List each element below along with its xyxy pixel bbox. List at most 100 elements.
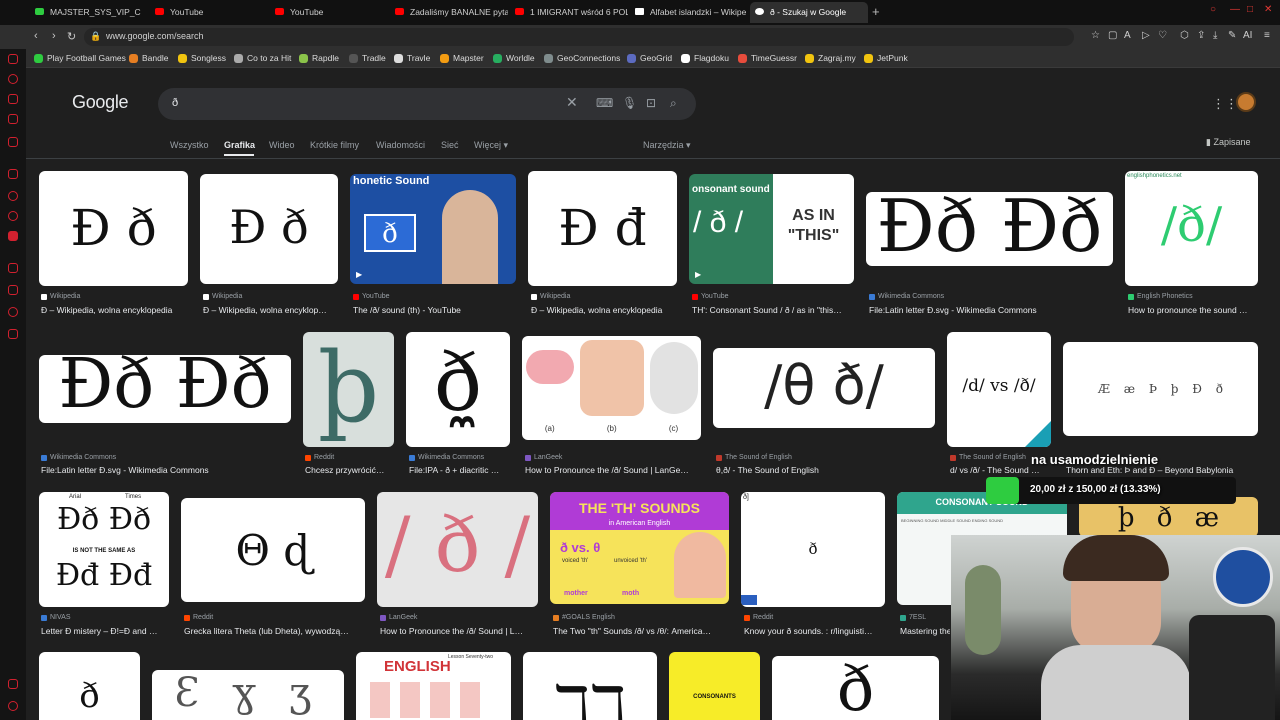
reload-icon[interactable]: ↻ — [67, 30, 76, 43]
browser-tab-active[interactable]: ð - Szukaj w Google — [750, 2, 868, 23]
image-result[interactable]: ð — [772, 656, 939, 720]
search-input[interactable]: ð — [172, 97, 178, 109]
forward-icon[interactable]: › — [52, 30, 56, 42]
keyboard-icon[interactable]: ⌨ — [596, 96, 613, 110]
bookmark-star-icon[interactable]: ☆ — [1091, 30, 1100, 41]
sidebar-more-icon[interactable] — [8, 701, 18, 711]
result-title[interactable]: Letter Ð mistery – Ð!=Ð and … — [41, 626, 171, 636]
tab-more[interactable]: Więcej ▾ — [474, 140, 508, 151]
image-result[interactable]: ENGLISH Lesson Seventy-two — [356, 652, 511, 720]
result-title[interactable]: The Two "th" Sounds /ð/ vs /θ/: America… — [553, 626, 731, 636]
sidebar-icon[interactable] — [8, 211, 18, 221]
tab-videos[interactable]: Wideo — [269, 140, 295, 150]
result-title[interactable]: TH': Consonant Sound / ð / as in "this… — [692, 305, 857, 315]
back-icon[interactable]: ‹ — [34, 30, 38, 42]
sidebar-icon[interactable] — [8, 94, 18, 104]
bookmark-item[interactable]: JetPunk — [864, 53, 908, 63]
result-title[interactable]: Đ – Wikipedia, wolna encyklopedia — [531, 305, 681, 315]
close-icon[interactable]: ✕ — [1264, 4, 1272, 15]
sidebar-settings-icon[interactable] — [8, 679, 18, 689]
result-title[interactable]: File:Latin letter Ð.svg - Wikimedia Comm… — [869, 305, 1114, 315]
result-title[interactable]: How to pronounce the sound … — [1128, 305, 1258, 315]
search-icon[interactable]: ⌕ — [670, 96, 677, 111]
minimize-icon[interactable]: — — [1230, 4, 1240, 15]
image-result[interactable]: Æ æ Þ þ Ð ð — [1063, 342, 1258, 436]
ai-icon[interactable]: AI — [1243, 30, 1252, 41]
image-result[interactable]: Đ ð — [200, 174, 338, 284]
tab-all[interactable]: Wszystko — [170, 140, 209, 150]
bookmark-item[interactable]: Songless — [178, 53, 226, 63]
bookmark-item[interactable]: Co to za Hit — [234, 53, 291, 63]
sidebar-icon[interactable] — [8, 137, 18, 147]
browser-tab[interactable]: Zadaliśmy BANALNE pyta — [390, 2, 508, 23]
image-result[interactable]: ð̼ — [406, 332, 510, 447]
result-title[interactable]: How to Pronounce the /ð/ Sound | L… — [380, 626, 540, 636]
maximize-icon[interactable]: □ — [1247, 4, 1253, 15]
bookmark-item[interactable]: GeoGrid — [627, 53, 672, 63]
result-title[interactable]: Đ – Wikipedia, wolna encyklop… — [203, 305, 341, 315]
image-result[interactable]: Đ ð — [39, 171, 188, 286]
sidebar-icon[interactable] — [8, 74, 18, 84]
bookmark-item[interactable]: Flagdoku — [681, 53, 729, 63]
result-title[interactable]: File:Latin letter Ð.svg - Wikimedia Comm… — [41, 465, 293, 475]
image-result[interactable]: englishphonetics.net /ð/ — [1125, 171, 1258, 286]
bookmark-item[interactable]: Play Football Games — [34, 53, 126, 63]
image-result[interactable]: ð] ð — [741, 492, 885, 607]
search-tabs-icon[interactable]: ○ — [1210, 4, 1216, 15]
image-result[interactable]: Ðð Ðð — [39, 355, 291, 423]
url-field[interactable]: 🔒 www.google.com/search — [84, 28, 1074, 46]
sidebar-icon[interactable] — [8, 307, 18, 317]
image-result[interactable]: honetic Sound ð ▶ — [350, 174, 516, 284]
clear-icon[interactable]: ✕ — [566, 94, 578, 111]
bookmark-item[interactable]: GeoConnections — [544, 53, 620, 63]
sidebar-icon[interactable] — [8, 114, 18, 124]
tab-web[interactable]: Sieć — [441, 140, 459, 150]
play-icon[interactable]: ▷ — [1142, 30, 1150, 41]
tab-images[interactable]: Grafika — [224, 140, 255, 150]
lens-icon[interactable]: ⊡ — [646, 96, 656, 110]
sidebar-icon[interactable] — [8, 263, 18, 273]
saved-button[interactable]: ▮ Zapisane — [1206, 137, 1251, 148]
extensions-icon[interactable]: ⬡ — [1180, 30, 1189, 41]
result-title[interactable]: How to Pronounce the /ð/ Sound | LanGe… — [525, 465, 703, 475]
menu-icon[interactable]: ≡ — [1264, 30, 1270, 41]
sidebar-icon[interactable] — [8, 285, 18, 295]
bookmark-item[interactable]: Mapster — [440, 53, 484, 63]
heart-icon[interactable]: ♡ — [1158, 30, 1167, 41]
image-result[interactable]: Đ đ — [528, 171, 677, 286]
browser-tab[interactable]: YouTube — [270, 2, 388, 23]
bookmark-item[interactable]: Rapdle — [299, 53, 339, 63]
image-result[interactable]: Θ ɖ — [181, 498, 365, 602]
image-result[interactable]: CONSONANTS — [669, 652, 760, 720]
image-result[interactable]: ℸℸ — [523, 652, 657, 720]
share-icon[interactable]: ⇪ — [1197, 30, 1205, 41]
screenshot-icon[interactable]: ▢ — [1108, 30, 1117, 41]
result-title[interactable]: File:IPA - ð + diacritic … — [409, 465, 512, 475]
sidebar-icon[interactable] — [8, 169, 18, 179]
image-result[interactable]: Ðð Ðð — [866, 192, 1113, 266]
sidebar-icon[interactable] — [8, 191, 18, 201]
bookmark-item[interactable]: Worldle — [493, 53, 535, 63]
image-result[interactable]: ð — [39, 652, 140, 720]
image-result[interactable]: THE 'TH' SOUNDS in American English ð vs… — [550, 492, 729, 604]
image-result[interactable]: /θ ð/ — [713, 348, 935, 428]
result-title[interactable]: Know your ð sounds. : r/linguisti… — [744, 626, 888, 636]
result-title[interactable]: θ,ð/ - The Sound of English — [716, 465, 938, 475]
pen-icon[interactable]: ✎ — [1228, 30, 1236, 41]
result-title[interactable]: Mastering the — [900, 626, 950, 636]
search-box[interactable]: ð ✕ ⌨ 🎙 ⊡ ⌕ — [158, 88, 696, 120]
browser-tab[interactable]: MAJSTER_SYS_VIP_C — [30, 2, 148, 23]
result-title[interactable]: The /ð/ sound (th) - YouTube — [353, 305, 518, 315]
browser-tab[interactable]: 1 IMIGRANT wśród 6 POLA — [510, 2, 628, 23]
result-title[interactable]: Chcesz przywrócić… — [305, 465, 395, 475]
bookmark-item[interactable]: Travle — [394, 53, 430, 63]
image-result[interactable]: þ — [303, 332, 394, 447]
bookmark-item[interactable]: TimeGuessr — [738, 53, 797, 63]
result-title[interactable]: Grecka litera Theta (lub Dheta), wywodzą… — [184, 626, 367, 636]
download-icon[interactable]: ⤓ — [1213, 30, 1217, 41]
image-result[interactable]: / ð / — [377, 492, 538, 607]
google-logo[interactable]: Google — [72, 92, 129, 113]
sidebar-icon[interactable] — [8, 231, 18, 241]
bookmark-item[interactable]: Bandle — [129, 53, 168, 63]
sidebar-icon[interactable] — [8, 329, 18, 339]
